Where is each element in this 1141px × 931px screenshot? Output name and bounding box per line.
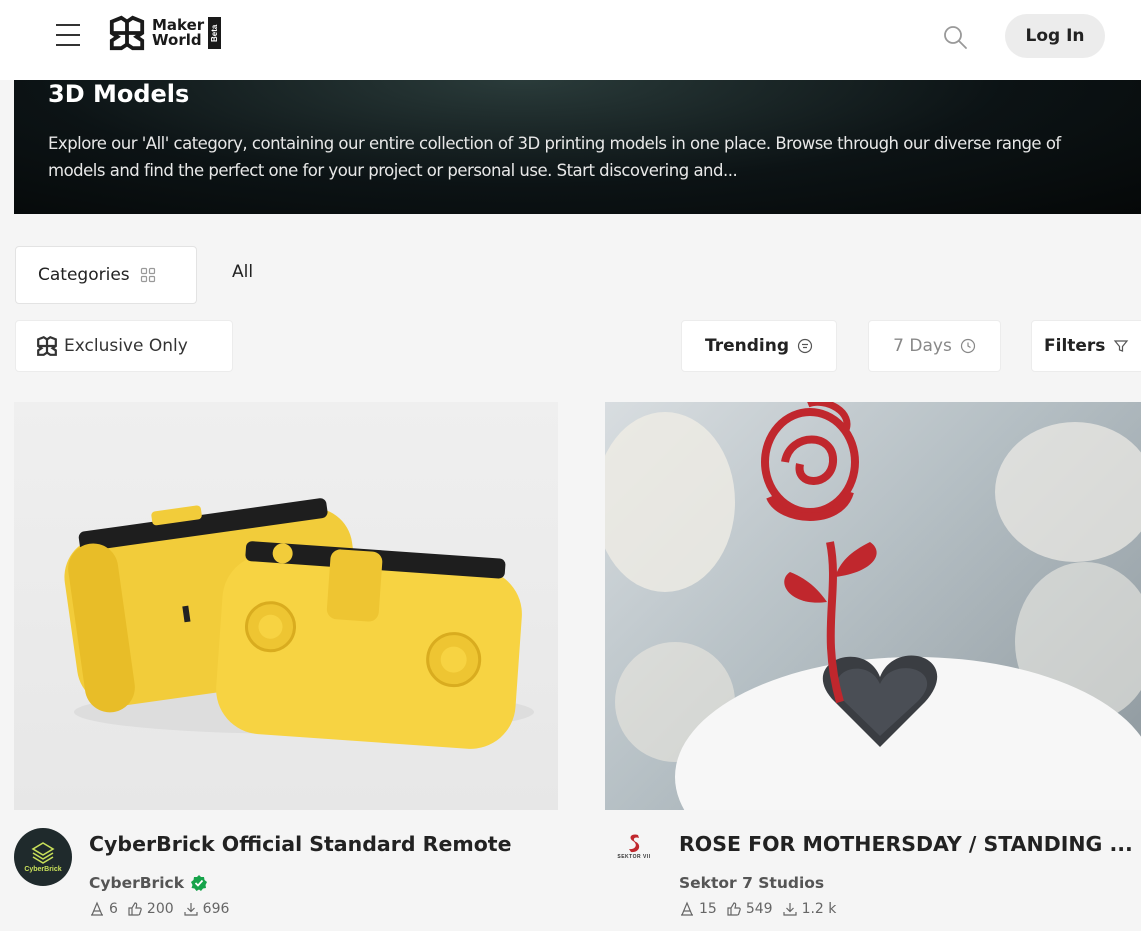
like-icon bbox=[727, 902, 741, 916]
avatar-cyberbrick[interactable]: CyberBrick bbox=[14, 828, 72, 886]
sort-dropdown[interactable]: Trending bbox=[681, 320, 837, 372]
logo-text: Maker World bbox=[152, 18, 204, 48]
logo-line2: World bbox=[152, 31, 202, 49]
print-count: 6 bbox=[89, 901, 118, 917]
download-count: 696 bbox=[183, 901, 230, 917]
logo-mark-icon bbox=[109, 15, 145, 51]
model-author[interactable]: CyberBrick bbox=[89, 874, 208, 892]
exclusive-label: Exclusive Only bbox=[64, 336, 188, 356]
category-banner: 3D Models Explore our 'All' category, co… bbox=[14, 80, 1141, 214]
rose-illustration bbox=[605, 402, 1141, 810]
model-thumbnail-rose[interactable] bbox=[605, 402, 1141, 810]
like-count[interactable]: 549 bbox=[726, 901, 773, 917]
tab-categories-label: Categories bbox=[38, 265, 130, 285]
verified-icon bbox=[191, 875, 207, 891]
avatar-sektor7[interactable]: SEKTOR VII bbox=[605, 832, 663, 882]
like-count-value: 200 bbox=[146, 901, 174, 917]
clock-icon bbox=[960, 338, 975, 354]
print-icon bbox=[681, 901, 693, 916]
period-dropdown[interactable]: 7 Days bbox=[868, 320, 1001, 372]
author-name: CyberBrick bbox=[89, 874, 184, 892]
sektor7-logo-icon bbox=[629, 834, 640, 853]
page-title: 3D Models bbox=[48, 80, 190, 108]
like-count-value: 549 bbox=[745, 901, 773, 917]
filters-button[interactable]: Filters bbox=[1031, 320, 1141, 372]
tab-all[interactable]: All bbox=[232, 262, 253, 282]
model-title[interactable]: CyberBrick Official Standard Remote bbox=[89, 832, 539, 856]
menu-icon[interactable] bbox=[56, 24, 82, 48]
filters-label: Filters bbox=[1044, 336, 1106, 356]
model-stats: 6 200 696 bbox=[89, 901, 238, 917]
model-stats: 15 549 1.2 k bbox=[679, 901, 845, 917]
top-header: Maker World Beta Log In bbox=[0, 0, 1141, 80]
makerworld-logo[interactable]: Maker World Beta bbox=[108, 14, 222, 52]
cyberbrick-logo-icon bbox=[31, 842, 55, 864]
controller-illustration bbox=[64, 498, 534, 749]
login-button[interactable]: Log In bbox=[1005, 14, 1105, 58]
exclusive-icon bbox=[37, 335, 57, 356]
download-count-value: 696 bbox=[202, 901, 230, 917]
author-name: Sektor 7 Studios bbox=[679, 874, 825, 892]
download-icon bbox=[184, 903, 198, 916]
sort-icon bbox=[797, 338, 813, 354]
banner-description: Explore our 'All' category, containing o… bbox=[48, 134, 1061, 180]
download-count: 1.2 k bbox=[782, 901, 837, 917]
print-count-value: 6 bbox=[109, 901, 118, 917]
model-thumbnail-cyberbrick[interactable] bbox=[14, 402, 558, 810]
period-label: 7 Days bbox=[893, 336, 952, 356]
like-count[interactable]: 200 bbox=[127, 901, 174, 917]
model-author[interactable]: Sektor 7 Studios bbox=[679, 874, 824, 892]
exclusive-only-toggle[interactable]: Exclusive Only bbox=[15, 320, 233, 372]
like-icon bbox=[128, 902, 142, 916]
filter-icon bbox=[1114, 340, 1129, 352]
avatar-text: CyberBrick bbox=[24, 866, 62, 873]
search-icon[interactable] bbox=[942, 24, 968, 50]
beta-badge: Beta bbox=[208, 17, 222, 49]
print-icon bbox=[91, 901, 103, 916]
print-count-value: 15 bbox=[699, 901, 717, 917]
print-count: 15 bbox=[679, 901, 717, 917]
tab-categories[interactable]: Categories bbox=[15, 246, 197, 304]
avatar-text: SEKTOR VII bbox=[617, 854, 651, 860]
download-count-value: 1.2 k bbox=[801, 901, 837, 917]
grid-icon bbox=[140, 267, 155, 283]
download-icon bbox=[782, 903, 797, 916]
model-title[interactable]: ROSE FOR MOTHERSDAY / STANDING ... bbox=[679, 832, 1141, 856]
sort-label: Trending bbox=[704, 336, 789, 356]
